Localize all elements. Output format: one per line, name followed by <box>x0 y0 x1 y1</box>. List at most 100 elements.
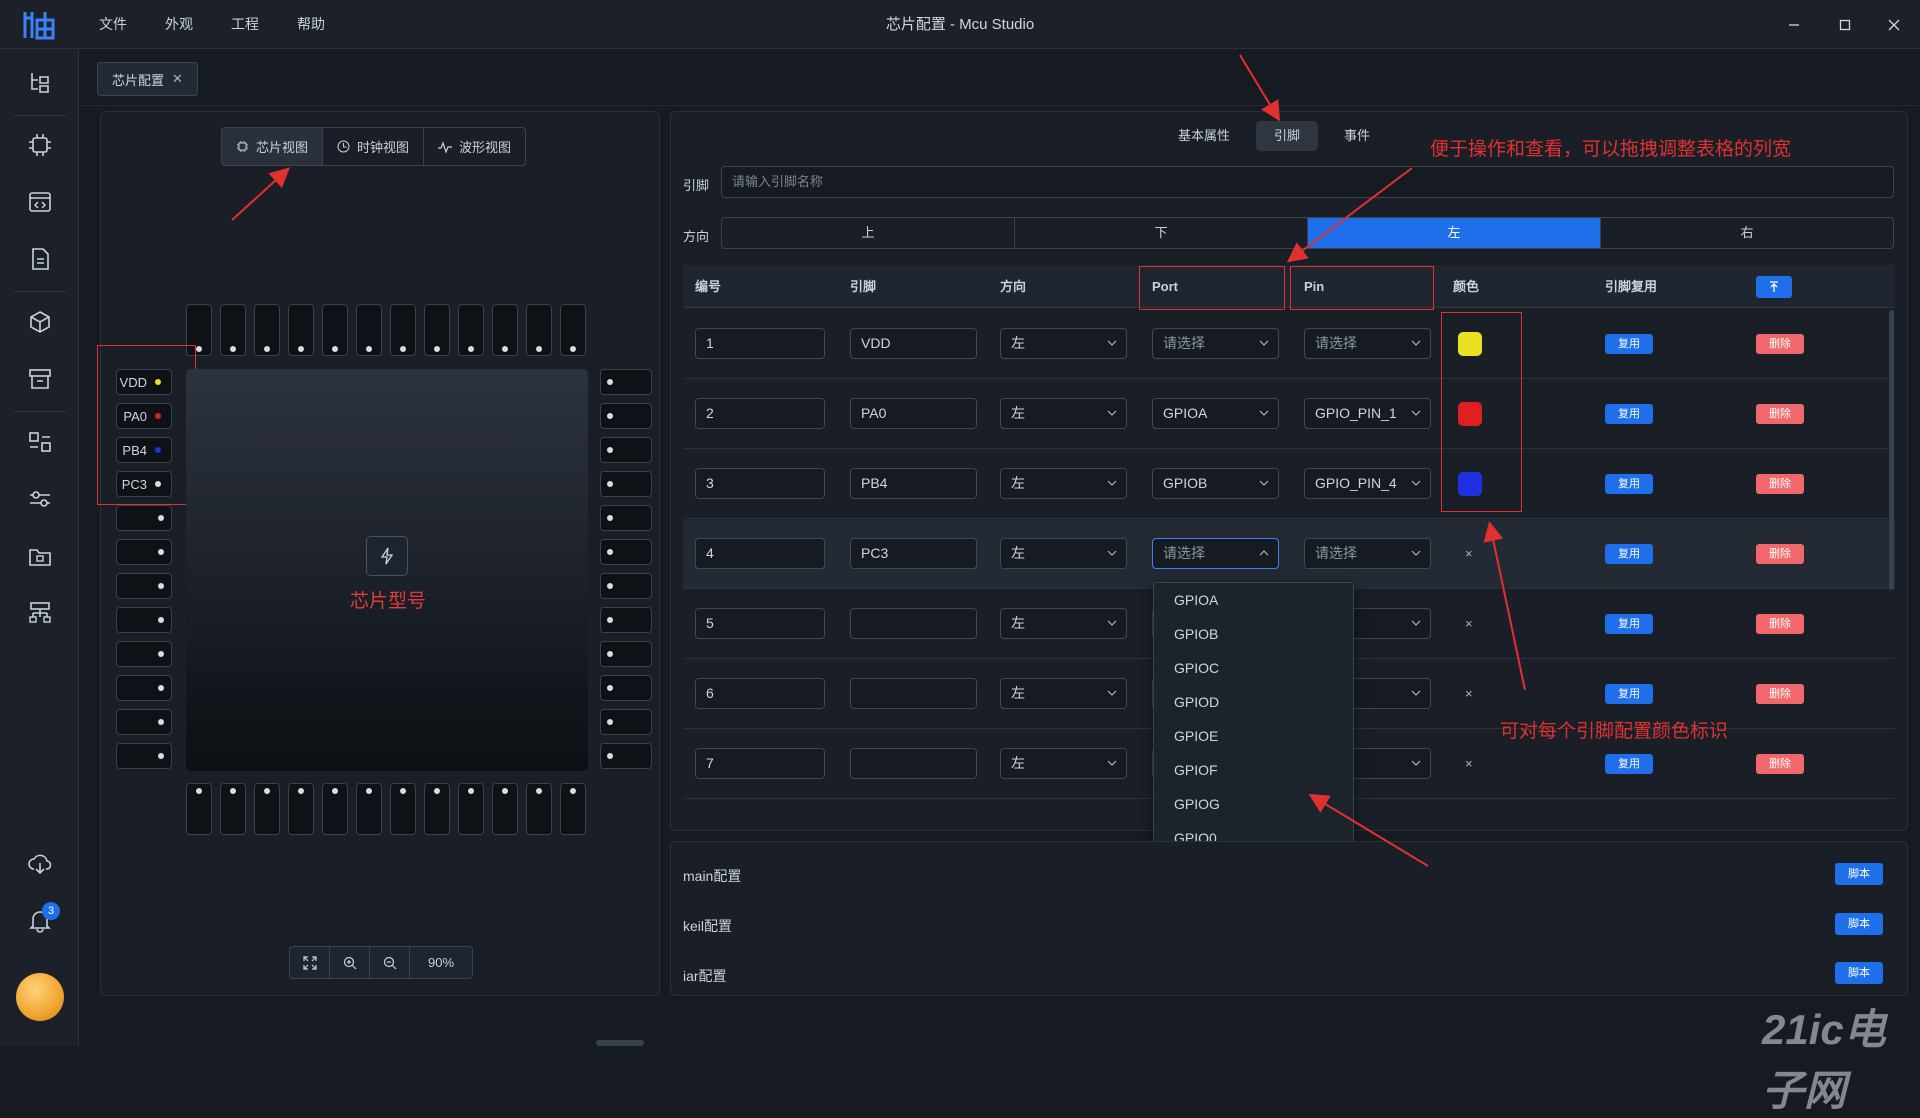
minimize-button[interactable] <box>1770 0 1818 49</box>
chip-pin[interactable] <box>116 675 172 701</box>
keil-script-button[interactable]: 脚本 <box>1835 913 1883 935</box>
cloud-download-icon[interactable] <box>27 851 53 877</box>
row-direction-select[interactable]: 左 <box>1000 468 1127 499</box>
chip-pin[interactable] <box>560 304 586 356</box>
chip-pin[interactable] <box>458 304 484 356</box>
row-direction-select[interactable]: 左 <box>1000 608 1127 639</box>
chip-pin[interactable] <box>600 369 652 395</box>
row-pin-input[interactable] <box>850 748 977 779</box>
chip-pin[interactable] <box>220 304 246 356</box>
horizontal-scrollbar[interactable] <box>596 1040 644 1046</box>
row-delete-button[interactable]: 删除 <box>1756 684 1804 704</box>
chip-pin[interactable] <box>116 573 172 599</box>
pin-search-input[interactable]: 请输入引脚名称 <box>721 166 1894 198</box>
row-port-select[interactable]: 请选择 <box>1152 328 1279 359</box>
chip-pin[interactable] <box>322 783 348 835</box>
row-reuse-button[interactable]: 复用 <box>1605 754 1653 774</box>
code-window-icon[interactable] <box>27 189 53 215</box>
row-pin-input[interactable]: PC3 <box>850 538 977 569</box>
table-scrollbar[interactable] <box>1889 310 1894 590</box>
row-pin-input[interactable] <box>850 608 977 639</box>
chip-pin[interactable] <box>186 783 212 835</box>
row-reuse-button[interactable]: 复用 <box>1605 404 1653 424</box>
row-reuse-button[interactable]: 复用 <box>1605 684 1653 704</box>
chip-pin[interactable] <box>220 783 246 835</box>
port-option-gpioe[interactable]: GPIOE <box>1154 719 1353 753</box>
row-direction-select[interactable]: 左 <box>1000 328 1127 359</box>
archive-icon[interactable] <box>27 366 53 392</box>
row-reuse-button[interactable]: 复用 <box>1605 614 1653 634</box>
close-window-button[interactable] <box>1870 0 1918 49</box>
folder-icon[interactable] <box>27 543 53 569</box>
row-port-select[interactable]: 请选择 <box>1152 538 1279 569</box>
row-delete-button[interactable]: 删除 <box>1756 334 1804 354</box>
chip-pin[interactable] <box>116 505 172 531</box>
chip-pin[interactable] <box>600 743 652 769</box>
row-delete-button[interactable]: 删除 <box>1756 404 1804 424</box>
row-number-input[interactable]: 5 <box>695 608 825 639</box>
port-option-gpiob[interactable]: GPIOB <box>1154 617 1353 651</box>
chip-pin[interactable] <box>356 783 382 835</box>
waveform-view-tab[interactable]: 波形视图 <box>424 128 525 165</box>
row-direction-select[interactable]: 左 <box>1000 748 1127 779</box>
row-direction-select[interactable]: 左 <box>1000 398 1127 429</box>
port-option-gpiod[interactable]: GPIOD <box>1154 685 1353 719</box>
row-number-input[interactable]: 1 <box>695 328 825 359</box>
row-pin-select[interactable]: GPIO_PIN_1 <box>1304 398 1431 429</box>
chip-view-tab[interactable]: 芯片视图 <box>222 128 324 165</box>
chip-pin[interactable] <box>600 505 652 531</box>
zoom-in-button[interactable] <box>330 947 370 978</box>
layout-icon[interactable] <box>27 429 53 455</box>
chip-pin[interactable] <box>600 675 652 701</box>
chip-pin[interactable] <box>116 539 172 565</box>
chip-pin[interactable] <box>526 304 552 356</box>
direction-left[interactable]: 左 <box>1308 218 1601 248</box>
row-direction-select[interactable]: 左 <box>1000 678 1127 709</box>
maximize-button[interactable] <box>1821 0 1869 49</box>
tab-close-icon[interactable]: ✕ <box>172 71 183 87</box>
row-pin-select[interactable]: GPIO_PIN_4 <box>1304 468 1431 499</box>
document-icon[interactable] <box>27 246 53 272</box>
sliders-icon[interactable] <box>27 486 53 512</box>
iar-script-button[interactable]: 脚本 <box>1835 962 1883 984</box>
hierarchy-icon[interactable] <box>27 600 53 626</box>
row-color-empty-icon[interactable]: × <box>1465 686 1473 701</box>
chip-pin[interactable] <box>116 743 172 769</box>
port-option-gpioa[interactable]: GPIOA <box>1154 583 1353 617</box>
chip-pin[interactable] <box>600 437 652 463</box>
port-option-gpioc[interactable]: GPIOC <box>1154 651 1353 685</box>
row-number-input[interactable]: 4 <box>695 538 825 569</box>
chip-pin[interactable] <box>600 709 652 735</box>
user-avatar[interactable] <box>16 973 64 1021</box>
chip-pin[interactable] <box>600 641 652 667</box>
row-number-input[interactable]: 3 <box>695 468 825 499</box>
direction-up[interactable]: 上 <box>722 218 1015 248</box>
upload-button[interactable] <box>1756 276 1792 298</box>
row-delete-button[interactable]: 删除 <box>1756 754 1804 774</box>
tree-icon[interactable] <box>27 69 53 95</box>
row-port-select[interactable]: GPIOB <box>1152 468 1279 499</box>
chip-pin[interactable] <box>600 573 652 599</box>
chip-pin[interactable] <box>254 783 280 835</box>
direction-down[interactable]: 下 <box>1015 218 1308 248</box>
row-delete-button[interactable]: 删除 <box>1756 474 1804 494</box>
chip-pin[interactable] <box>458 783 484 835</box>
chip-pin[interactable] <box>600 539 652 565</box>
chip-pin[interactable] <box>116 641 172 667</box>
tab-basic-properties[interactable]: 基本属性 <box>1160 121 1248 151</box>
chip-pin[interactable] <box>288 304 314 356</box>
chip-pin[interactable] <box>600 471 652 497</box>
row-pin-select[interactable]: 请选择 <box>1304 328 1431 359</box>
clock-view-tab[interactable]: 时钟视图 <box>323 128 425 165</box>
tab-chip-config[interactable]: 芯片配置 ✕ <box>97 62 198 96</box>
row-delete-button[interactable]: 删除 <box>1756 614 1804 634</box>
row-direction-select[interactable]: 左 <box>1000 538 1127 569</box>
cube-icon[interactable] <box>27 309 53 335</box>
fit-screen-button[interactable] <box>290 947 330 978</box>
row-pin-input[interactable]: PA0 <box>850 398 977 429</box>
chip-pin[interactable] <box>600 403 652 429</box>
row-pin-input[interactable] <box>850 678 977 709</box>
row-pin-select[interactable]: 请选择 <box>1304 538 1431 569</box>
row-reuse-button[interactable]: 复用 <box>1605 334 1653 354</box>
port-option-gpiog[interactable]: GPIOG <box>1154 787 1353 821</box>
